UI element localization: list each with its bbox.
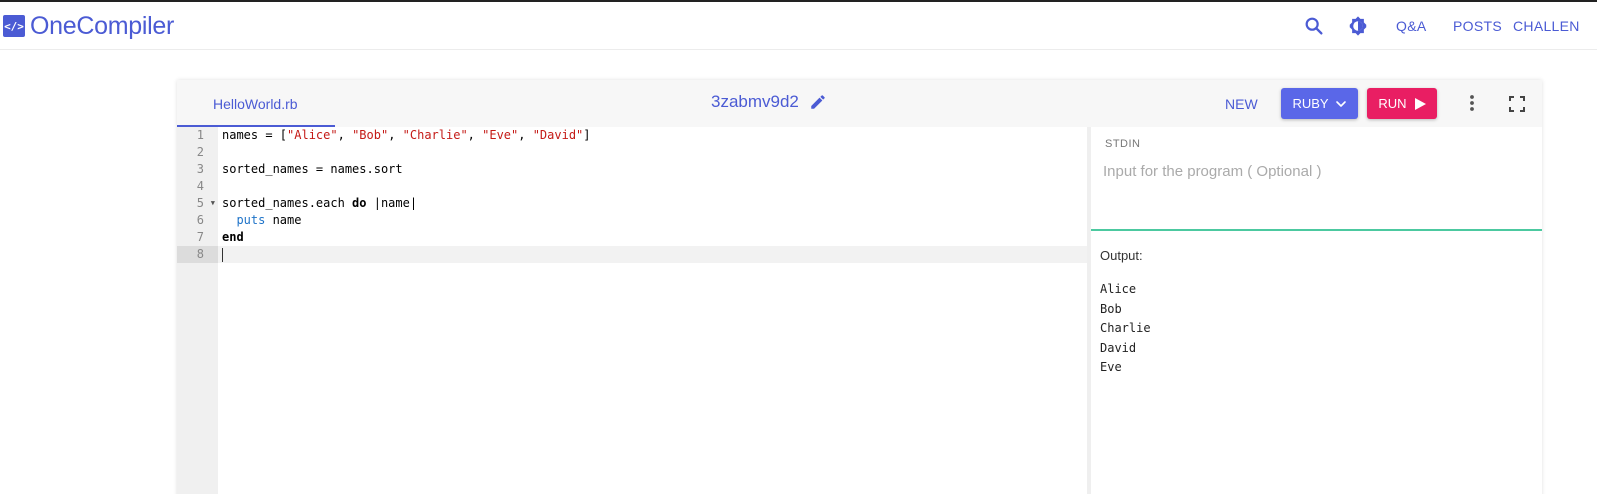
code-title: 3zabmv9d2	[711, 92, 827, 112]
nav-qa[interactable]: Q&A	[1396, 18, 1426, 34]
stdin-panel: STDIN	[1091, 127, 1542, 231]
logo[interactable]: </> OneCompiler	[3, 11, 174, 41]
language-select-button[interactable]: RUBY	[1281, 88, 1358, 119]
code-line[interactable]	[222, 144, 1087, 161]
line-number-gutter: 1 2 3 4 5 ▼ 6 7 8	[177, 127, 218, 494]
new-button[interactable]: NEW	[1225, 96, 1258, 112]
output-line: Bob	[1100, 301, 1122, 316]
code-id: 3zabmv9d2	[711, 92, 799, 111]
code-line[interactable]: names = ["Alice", "Bob", "Charlie", "Eve…	[222, 127, 1087, 144]
fullscreen-icon[interactable]	[1507, 94, 1527, 114]
nav-posts[interactable]: POSTS	[1453, 18, 1502, 34]
line-number-foldable: 5 ▼	[177, 195, 218, 212]
site-header: </> OneCompiler Q&A POSTS CHALLEN	[0, 2, 1597, 50]
line-number: 4	[196, 179, 204, 193]
text-cursor	[222, 247, 223, 262]
code-line[interactable]: puts name	[222, 212, 1087, 229]
language-label: RUBY	[1292, 96, 1329, 111]
stdin-label: STDIN	[1105, 138, 1141, 150]
file-tab[interactable]: HelloWorld.rb	[177, 80, 335, 127]
line-number-active: 8	[177, 246, 218, 263]
output-line: David	[1100, 340, 1137, 355]
code-line-active[interactable]	[218, 246, 1087, 263]
logo-text: OneCompiler	[30, 11, 174, 40]
code-line[interactable]: sorted_names = names.sort	[222, 161, 1087, 178]
code-line[interactable]: sorted_names.each do |name|	[222, 195, 1087, 212]
output-line: Charlie	[1100, 321, 1151, 336]
theme-toggle-icon[interactable]	[1347, 15, 1369, 37]
output-line: Eve	[1100, 360, 1122, 375]
nav-challenges[interactable]: CHALLEN	[1513, 18, 1580, 34]
output-label: Output:	[1100, 248, 1143, 263]
run-label: RUN	[1378, 96, 1407, 111]
line-number: 5	[196, 196, 204, 210]
compiler-card: HelloWorld.rb 3zabmv9d2 NEW RUBY RUN 1 2…	[177, 80, 1542, 494]
line-number: 2	[196, 145, 204, 159]
chevron-down-icon	[1335, 100, 1346, 107]
play-icon	[1414, 97, 1426, 110]
editor-toolbar: HelloWorld.rb 3zabmv9d2 NEW RUBY RUN	[177, 80, 1542, 127]
code-line[interactable]	[222, 178, 1087, 195]
code-editor[interactable]: 1 2 3 4 5 ▼ 6 7 8 names = ["Alice", "Bob…	[177, 127, 1087, 494]
run-button[interactable]: RUN	[1367, 88, 1437, 119]
search-icon[interactable]	[1303, 15, 1325, 37]
more-vertical-icon[interactable]	[1462, 93, 1482, 113]
line-number: 3	[196, 162, 204, 176]
stdin-input[interactable]	[1103, 159, 1523, 183]
line-number: 7	[196, 230, 204, 244]
output-text: Alice Bob Charlie David Eve	[1100, 280, 1151, 378]
output-panel: Output: Alice Bob Charlie David Eve	[1091, 233, 1542, 494]
logo-mark: </>	[3, 15, 25, 37]
line-number: 1	[196, 128, 204, 142]
output-line: Alice	[1100, 282, 1137, 296]
code-line[interactable]: end	[222, 229, 1087, 246]
fold-arrow-icon[interactable]: ▼	[211, 195, 215, 212]
line-number: 6	[196, 213, 204, 227]
file-tab-label: HelloWorld.rb	[213, 96, 298, 112]
edit-pencil-icon[interactable]	[809, 93, 827, 111]
